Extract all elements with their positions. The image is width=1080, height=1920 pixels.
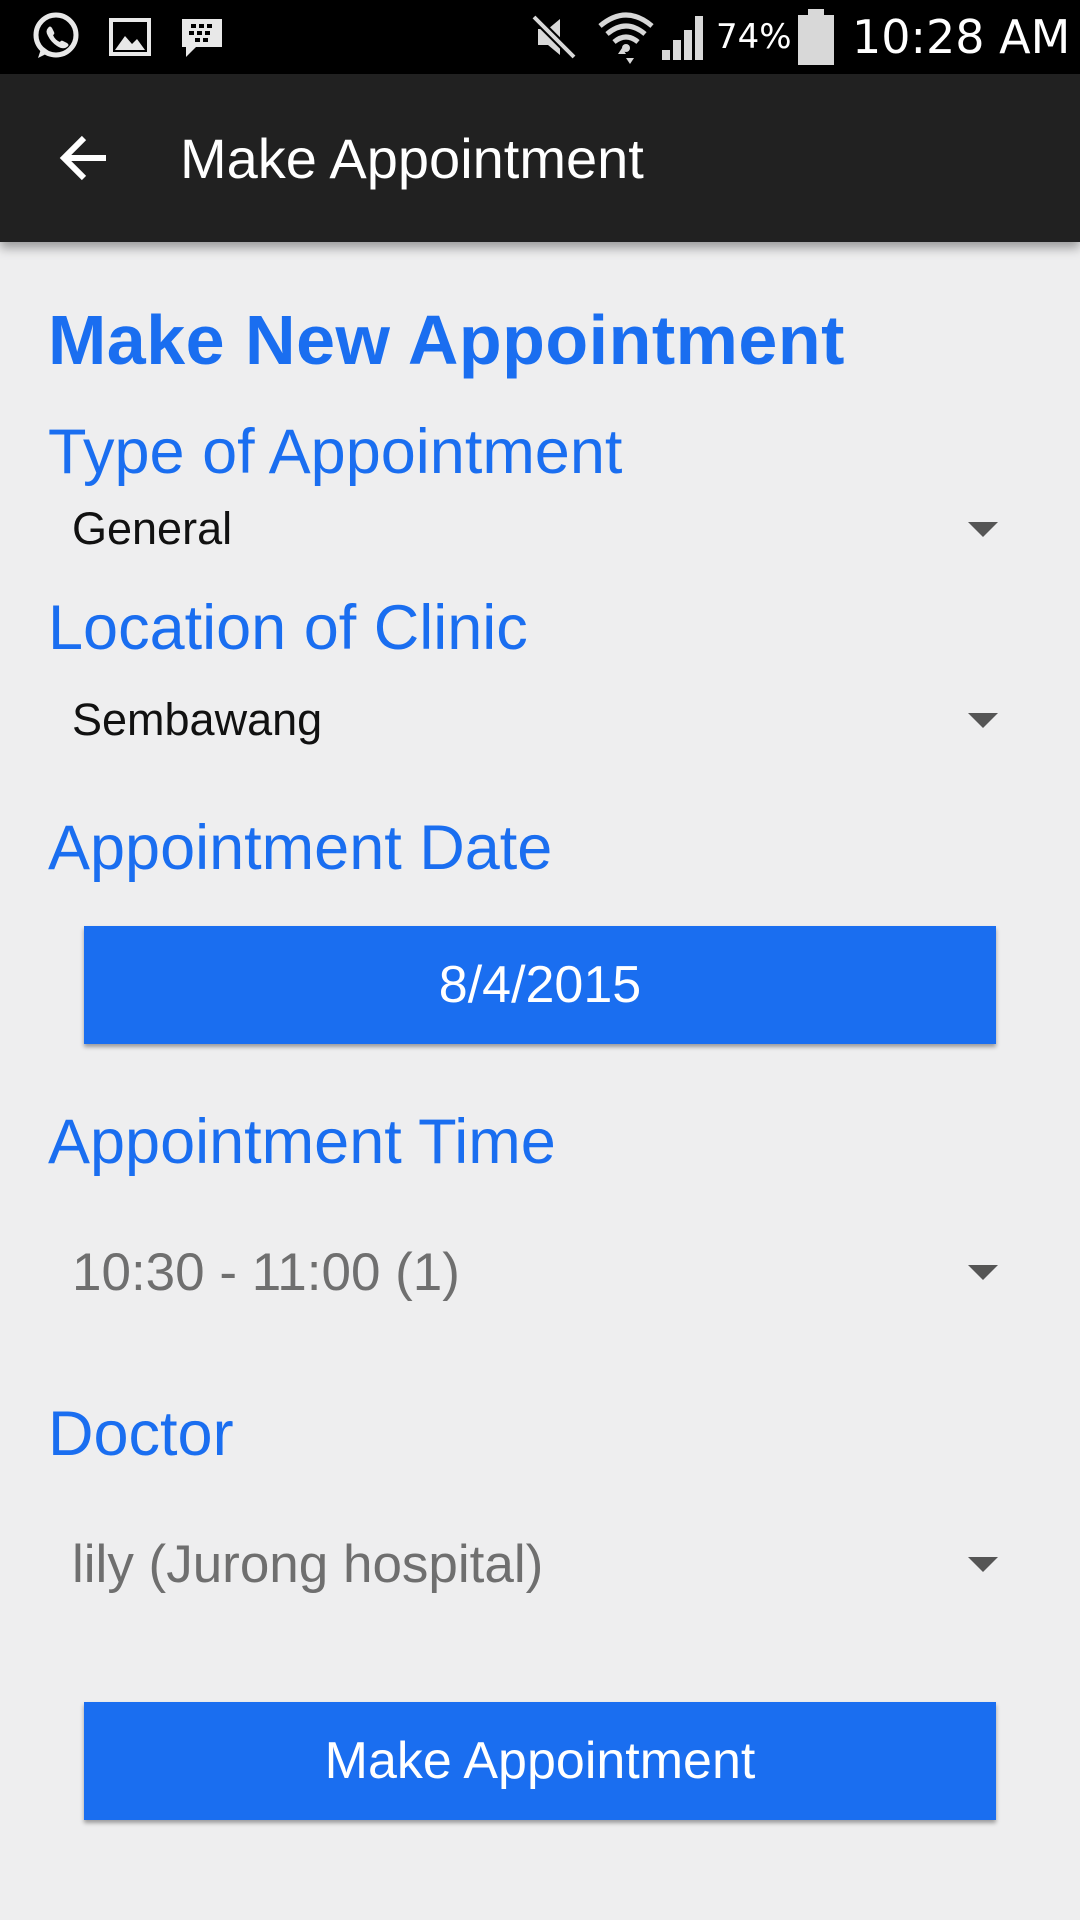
app-bar-title: Make Appointment	[180, 126, 644, 190]
back-button[interactable]	[40, 114, 128, 202]
appointment-time-dropdown[interactable]: 10:30 - 11:00 (1)	[48, 1227, 1032, 1317]
signal-icon	[660, 10, 710, 64]
doctor-label: Doctor	[48, 1399, 234, 1469]
location-of-clinic-dropdown[interactable]: Sembawang	[48, 675, 1032, 765]
location-of-clinic-value: Sembawang	[72, 694, 323, 745]
dropdown-arrow-icon	[968, 1557, 998, 1572]
app-bar: Make Appointment	[0, 74, 1080, 242]
wifi-icon	[596, 10, 656, 64]
appointment-date-label: Appointment Date	[48, 813, 553, 883]
doctor-value: lily (Jurong hospital)	[72, 1534, 544, 1594]
appointment-time-label: Appointment Time	[48, 1107, 556, 1177]
mute-icon	[528, 10, 580, 64]
whatsapp-icon	[28, 10, 82, 64]
dropdown-arrow-icon	[968, 713, 998, 728]
page-heading: Make New Appointment	[48, 301, 845, 379]
appointment-date-button[interactable]: 8/4/2015	[84, 926, 996, 1044]
dropdown-arrow-icon	[968, 522, 998, 537]
make-appointment-button[interactable]: Make Appointment	[84, 1702, 996, 1820]
doctor-dropdown[interactable]: lily (Jurong hospital)	[48, 1519, 1032, 1609]
type-of-appointment-dropdown[interactable]: General	[48, 484, 1032, 574]
dropdown-arrow-icon	[968, 1265, 998, 1280]
type-of-appointment-value: General	[72, 503, 233, 554]
battery-percentage: 74%	[716, 17, 792, 57]
bbm-icon	[178, 10, 226, 64]
appointment-time-value: 10:30 - 11:00 (1)	[72, 1242, 460, 1302]
clock-time: 10:28 AM	[852, 10, 1071, 64]
status-bar: 74% 10:28 AM	[0, 0, 1080, 74]
location-of-clinic-label: Location of Clinic	[48, 593, 528, 663]
back-arrow-icon	[59, 135, 106, 181]
type-of-appointment-label: Type of Appointment	[48, 417, 623, 487]
gallery-icon	[108, 10, 152, 64]
battery-icon	[796, 9, 836, 65]
